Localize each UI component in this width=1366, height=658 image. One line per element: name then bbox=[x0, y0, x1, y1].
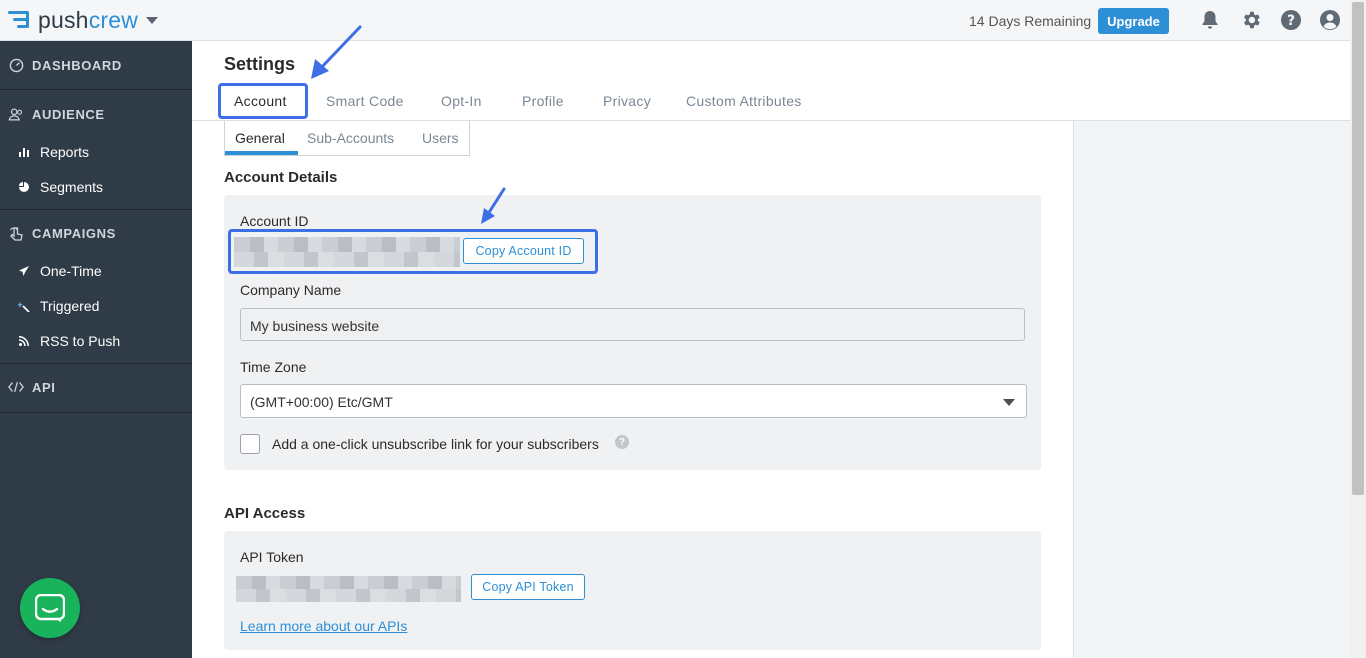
sidebar-divider bbox=[0, 209, 192, 210]
account-id-annotation bbox=[228, 229, 598, 274]
svg-text:?: ? bbox=[1287, 13, 1295, 29]
upgrade-button[interactable]: Upgrade bbox=[1098, 8, 1169, 34]
account-id-label: Account ID bbox=[240, 213, 309, 229]
pushcrew-logo-icon bbox=[8, 9, 32, 31]
pie-chart-icon bbox=[18, 182, 30, 192]
api-access-heading: API Access bbox=[224, 505, 306, 522]
sidebar-item-triggered[interactable]: Triggered bbox=[0, 296, 192, 316]
company-name-label: Company Name bbox=[240, 282, 342, 298]
sidebar-divider bbox=[0, 363, 192, 364]
brand-name: pushcrew bbox=[38, 6, 139, 33]
people-icon bbox=[8, 107, 24, 122]
sidebar-section-label: API bbox=[32, 379, 56, 395]
active-subtab-indicator bbox=[225, 151, 298, 155]
paper-plane-icon bbox=[18, 266, 30, 276]
right-panel bbox=[1073, 121, 1350, 658]
bell-icon[interactable] bbox=[1199, 9, 1221, 31]
sidebar-section-audience[interactable]: AUDIENCE bbox=[0, 104, 192, 124]
sidebar-item-one-time[interactable]: One-Time bbox=[0, 261, 192, 281]
top-bar: pushcrew 14 Days Remaining Upgrade ? bbox=[0, 0, 1350, 41]
trial-remaining-text: 14 Days Remaining bbox=[969, 13, 1092, 29]
tab-smart-code[interactable]: Smart Code bbox=[326, 93, 404, 109]
sidebar-item-label: RSS to Push bbox=[40, 333, 121, 349]
sidebar-divider bbox=[0, 89, 192, 90]
sidebar-item-rss-to-push[interactable]: RSS to Push bbox=[0, 331, 192, 351]
pointer-icon bbox=[8, 225, 24, 241]
code-icon bbox=[8, 381, 24, 393]
sidebar-item-label: One-Time bbox=[40, 263, 102, 279]
time-zone-select[interactable]: (GMT+00:00) Etc/GMT bbox=[240, 384, 1027, 418]
magic-icon bbox=[18, 300, 30, 312]
sidebar-section-label: CAMPAIGNS bbox=[32, 225, 116, 241]
sidebar-section-label: AUDIENCE bbox=[32, 106, 105, 122]
chat-launcher-button[interactable] bbox=[20, 578, 80, 638]
tab-opt-in[interactable]: Opt-In bbox=[441, 93, 482, 109]
sidebar-item-label: Reports bbox=[40, 144, 90, 160]
sidebar-item-label: Segments bbox=[40, 179, 104, 195]
caret-down-icon[interactable] bbox=[146, 16, 159, 24]
subtab-sub-accounts[interactable]: Sub-Accounts bbox=[307, 130, 394, 146]
caret-down-icon bbox=[1003, 399, 1015, 406]
chat-icon bbox=[35, 594, 65, 622]
user-icon[interactable] bbox=[1319, 9, 1341, 31]
time-zone-label: Time Zone bbox=[240, 359, 307, 375]
account-details-heading: Account Details bbox=[224, 169, 338, 186]
sidebar-item-segments[interactable]: Segments bbox=[0, 177, 192, 197]
question-circle-icon[interactable]: ? bbox=[615, 435, 629, 449]
sidebar-item-dashboard[interactable]: DASHBOARD bbox=[0, 55, 192, 75]
page-scrollbar[interactable] bbox=[1350, 0, 1366, 658]
sidebar-section-campaigns[interactable]: CAMPAIGNS bbox=[0, 223, 192, 243]
unsubscribe-link-label[interactable]: Add a one-click unsubscribe link for you… bbox=[272, 436, 599, 452]
sidebar-item-label: Triggered bbox=[40, 298, 100, 314]
company-name-field[interactable]: My business website bbox=[240, 308, 1025, 341]
sidebar-section-label: DASHBOARD bbox=[32, 57, 122, 73]
tab-custom-attributes[interactable]: Custom Attributes bbox=[686, 93, 802, 109]
copy-api-token-button[interactable]: Copy API Token bbox=[471, 574, 585, 600]
rss-icon bbox=[18, 336, 30, 346]
scrollbar-thumb[interactable] bbox=[1352, 2, 1364, 495]
api-token-label: API Token bbox=[240, 549, 304, 565]
sidebar-divider bbox=[0, 412, 192, 413]
bar-chart-icon bbox=[18, 147, 30, 157]
unsubscribe-link-checkbox[interactable] bbox=[240, 434, 260, 454]
learn-more-apis-link[interactable]: Learn more about our APIs bbox=[240, 618, 407, 634]
brand-logo[interactable]: pushcrew bbox=[8, 6, 159, 33]
time-zone-value: (GMT+00:00) Etc/GMT bbox=[250, 394, 393, 410]
annotation-arrow-icon bbox=[481, 187, 506, 224]
subtabs: General Sub-Accounts Users bbox=[224, 121, 470, 156]
tab-account-annotation bbox=[218, 83, 308, 119]
annotation-arrow-icon bbox=[311, 25, 362, 79]
help-icon[interactable]: ? bbox=[1280, 9, 1302, 31]
gear-icon[interactable] bbox=[1240, 9, 1262, 31]
page-title: Settings bbox=[224, 54, 296, 74]
sidebar-item-reports[interactable]: Reports bbox=[0, 142, 192, 162]
sidebar: DASHBOARD AUDIENCE Reports Segments CAMP… bbox=[0, 41, 192, 658]
tab-profile[interactable]: Profile bbox=[522, 93, 564, 109]
sidebar-item-api[interactable]: API bbox=[0, 377, 192, 397]
dashboard-icon bbox=[8, 58, 24, 73]
subtab-users[interactable]: Users bbox=[422, 130, 459, 146]
api-token-value-redacted bbox=[236, 576, 461, 602]
tab-privacy[interactable]: Privacy bbox=[603, 93, 651, 109]
subtab-general[interactable]: General bbox=[235, 130, 285, 146]
